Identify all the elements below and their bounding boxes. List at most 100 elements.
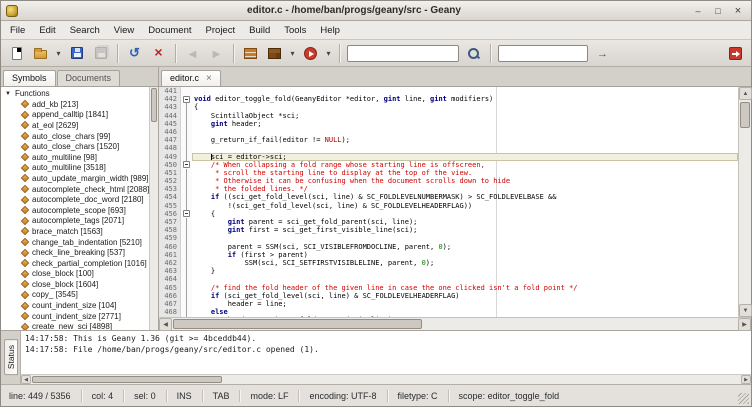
tab-documents[interactable]: Documents — [57, 70, 121, 86]
scroll-left-icon[interactable] — [159, 318, 172, 331]
menu-file[interactable]: File — [3, 23, 32, 38]
symbol-item[interactable]: check_line_breaking [537] — [1, 247, 158, 258]
scroll-right-icon[interactable] — [741, 375, 751, 384]
menu-project[interactable]: Project — [199, 23, 243, 38]
build-dropdown-arrow[interactable] — [287, 42, 298, 64]
build-button[interactable] — [263, 42, 286, 64]
tab-editor-c[interactable]: editor.c — [161, 70, 221, 86]
quit-button[interactable] — [724, 42, 747, 64]
symbol-item[interactable]: add_kb [213] — [1, 99, 158, 110]
code-line[interactable]: 459 — [159, 234, 738, 242]
code-line[interactable]: 458 gint first = sci_get_first_visible_l… — [159, 226, 738, 234]
fold-margin-cell[interactable] — [181, 210, 192, 218]
symbol-item[interactable]: auto_close_chars [1520] — [1, 141, 158, 152]
symbol-item[interactable]: create_new_sci [4898] — [1, 321, 158, 330]
line-number[interactable]: 443 — [159, 103, 181, 111]
code-line[interactable]: 453 * the folded lines. */ — [159, 185, 738, 193]
fold-margin-cell[interactable] — [181, 161, 192, 169]
run-button[interactable] — [299, 42, 322, 64]
line-number[interactable]: 463 — [159, 267, 181, 275]
line-number[interactable]: 461 — [159, 251, 181, 259]
line-number[interactable]: 451 — [159, 169, 181, 177]
resize-grip[interactable] — [738, 393, 749, 404]
symbol-item[interactable]: close_block [1604] — [1, 279, 158, 290]
menu-tools[interactable]: Tools — [277, 23, 313, 38]
code-line[interactable]: 457 gint parent = sci_get_fold_parent(sc… — [159, 218, 738, 226]
code-line[interactable]: 465 /* find the fold header of the given… — [159, 284, 738, 292]
line-number[interactable]: 448 — [159, 144, 181, 152]
symbol-item[interactable]: append_calltip [1841] — [1, 110, 158, 121]
fold-collapse-icon[interactable] — [183, 161, 190, 168]
symbol-item[interactable]: auto_multiline [3518] — [1, 163, 158, 174]
symbol-item[interactable]: brace_match [1563] — [1, 226, 158, 237]
symbol-item[interactable]: count_indent_size [104] — [1, 300, 158, 311]
sidebar-scrollbar[interactable] — [149, 87, 158, 330]
code-line[interactable]: 444 ScintillaObject *sci; — [159, 112, 738, 120]
symbol-item[interactable]: count_indent_size [2771] — [1, 311, 158, 322]
scroll-down-icon[interactable] — [739, 304, 752, 317]
expander-icon[interactable] — [5, 87, 15, 100]
message-hscrollbar[interactable] — [21, 374, 751, 384]
maximize-icon[interactable] — [710, 4, 726, 18]
open-dropdown-arrow[interactable] — [53, 42, 64, 64]
line-number[interactable]: 444 — [159, 112, 181, 120]
fold-margin-cell[interactable] — [181, 95, 192, 103]
run-dropdown-arrow[interactable] — [323, 42, 334, 64]
symbol-item[interactable]: at_eol [2629] — [1, 120, 158, 131]
symbol-item[interactable]: auto_update_margin_width [989] — [1, 173, 158, 184]
code-line[interactable]: 446 — [159, 128, 738, 136]
goto-go-button[interactable] — [591, 42, 614, 64]
scroll-right-icon[interactable] — [738, 318, 751, 331]
symbol-item[interactable]: copy_ [3545] — [1, 290, 158, 301]
menu-view[interactable]: View — [107, 23, 141, 38]
editor-hscrollbar[interactable] — [159, 317, 751, 330]
code-line[interactable]: 443{ — [159, 103, 738, 111]
line-number[interactable]: 455 — [159, 202, 181, 210]
line-number[interactable]: 462 — [159, 259, 181, 267]
tab-status[interactable]: Status — [4, 339, 18, 375]
menu-search[interactable]: Search — [63, 23, 107, 38]
fold-collapse-icon[interactable] — [183, 210, 190, 217]
line-number[interactable]: 467 — [159, 300, 181, 308]
fold-collapse-icon[interactable] — [183, 96, 190, 103]
open-button[interactable] — [29, 42, 52, 64]
goto-line-entry[interactable] — [498, 45, 588, 62]
hscroll-thumb[interactable] — [173, 319, 422, 329]
code-line[interactable]: 452 * Otherwise it can be confusing when… — [159, 177, 738, 185]
scroll-up-icon[interactable] — [739, 87, 752, 100]
menu-document[interactable]: Document — [141, 23, 198, 38]
editor-vscrollbar[interactable] — [738, 87, 751, 317]
code-line[interactable]: 461 if (first > parent) — [159, 251, 738, 259]
close-doc-button[interactable] — [147, 42, 170, 64]
revert-button[interactable] — [123, 42, 146, 64]
line-number[interactable]: 468 — [159, 308, 181, 316]
symbol-item[interactable]: change_tab_indentation [5210] — [1, 237, 158, 248]
code-line[interactable]: 468 else — [159, 308, 738, 316]
code-line[interactable]: 466 if (sci_get_fold_level(sci, line) & … — [159, 292, 738, 300]
search-go-button[interactable] — [462, 42, 485, 64]
line-number[interactable]: 465 — [159, 284, 181, 292]
symbol-item[interactable]: check_partial_completion [1016] — [1, 258, 158, 269]
save-button[interactable] — [65, 42, 88, 64]
line-number[interactable]: 459 — [159, 234, 181, 242]
sidebar-scroll-thumb[interactable] — [151, 88, 157, 122]
titlebar[interactable]: editor.c - /home/ban/progs/geany/src - G… — [1, 1, 751, 21]
symbol-item[interactable]: autocomplete_scope [693] — [1, 205, 158, 216]
tab-symbols[interactable]: Symbols — [3, 70, 56, 86]
save-all-button[interactable] — [89, 42, 112, 64]
code-line[interactable]: 448 — [159, 144, 738, 152]
new-button[interactable] — [5, 42, 28, 64]
forward-button[interactable] — [205, 42, 228, 64]
line-number[interactable]: 466 — [159, 292, 181, 300]
line-number[interactable]: 464 — [159, 275, 181, 283]
code-line[interactable]: 455 !(sci_get_fold_level(sci, line) & SC… — [159, 202, 738, 210]
code-line[interactable]: 463 } — [159, 267, 738, 275]
line-number[interactable]: 452 — [159, 177, 181, 185]
line-number[interactable]: 453 — [159, 185, 181, 193]
line-number[interactable]: 447 — [159, 136, 181, 144]
line-number[interactable]: 441 — [159, 87, 181, 95]
menu-edit[interactable]: Edit — [32, 23, 62, 38]
code-line[interactable]: 451 * scroll the starting line to displa… — [159, 169, 738, 177]
search-entry[interactable] — [347, 45, 459, 62]
code-line[interactable]: 462 SSM(sci, SCI_SETFIRSTVISIBLELINE, pa… — [159, 259, 738, 267]
